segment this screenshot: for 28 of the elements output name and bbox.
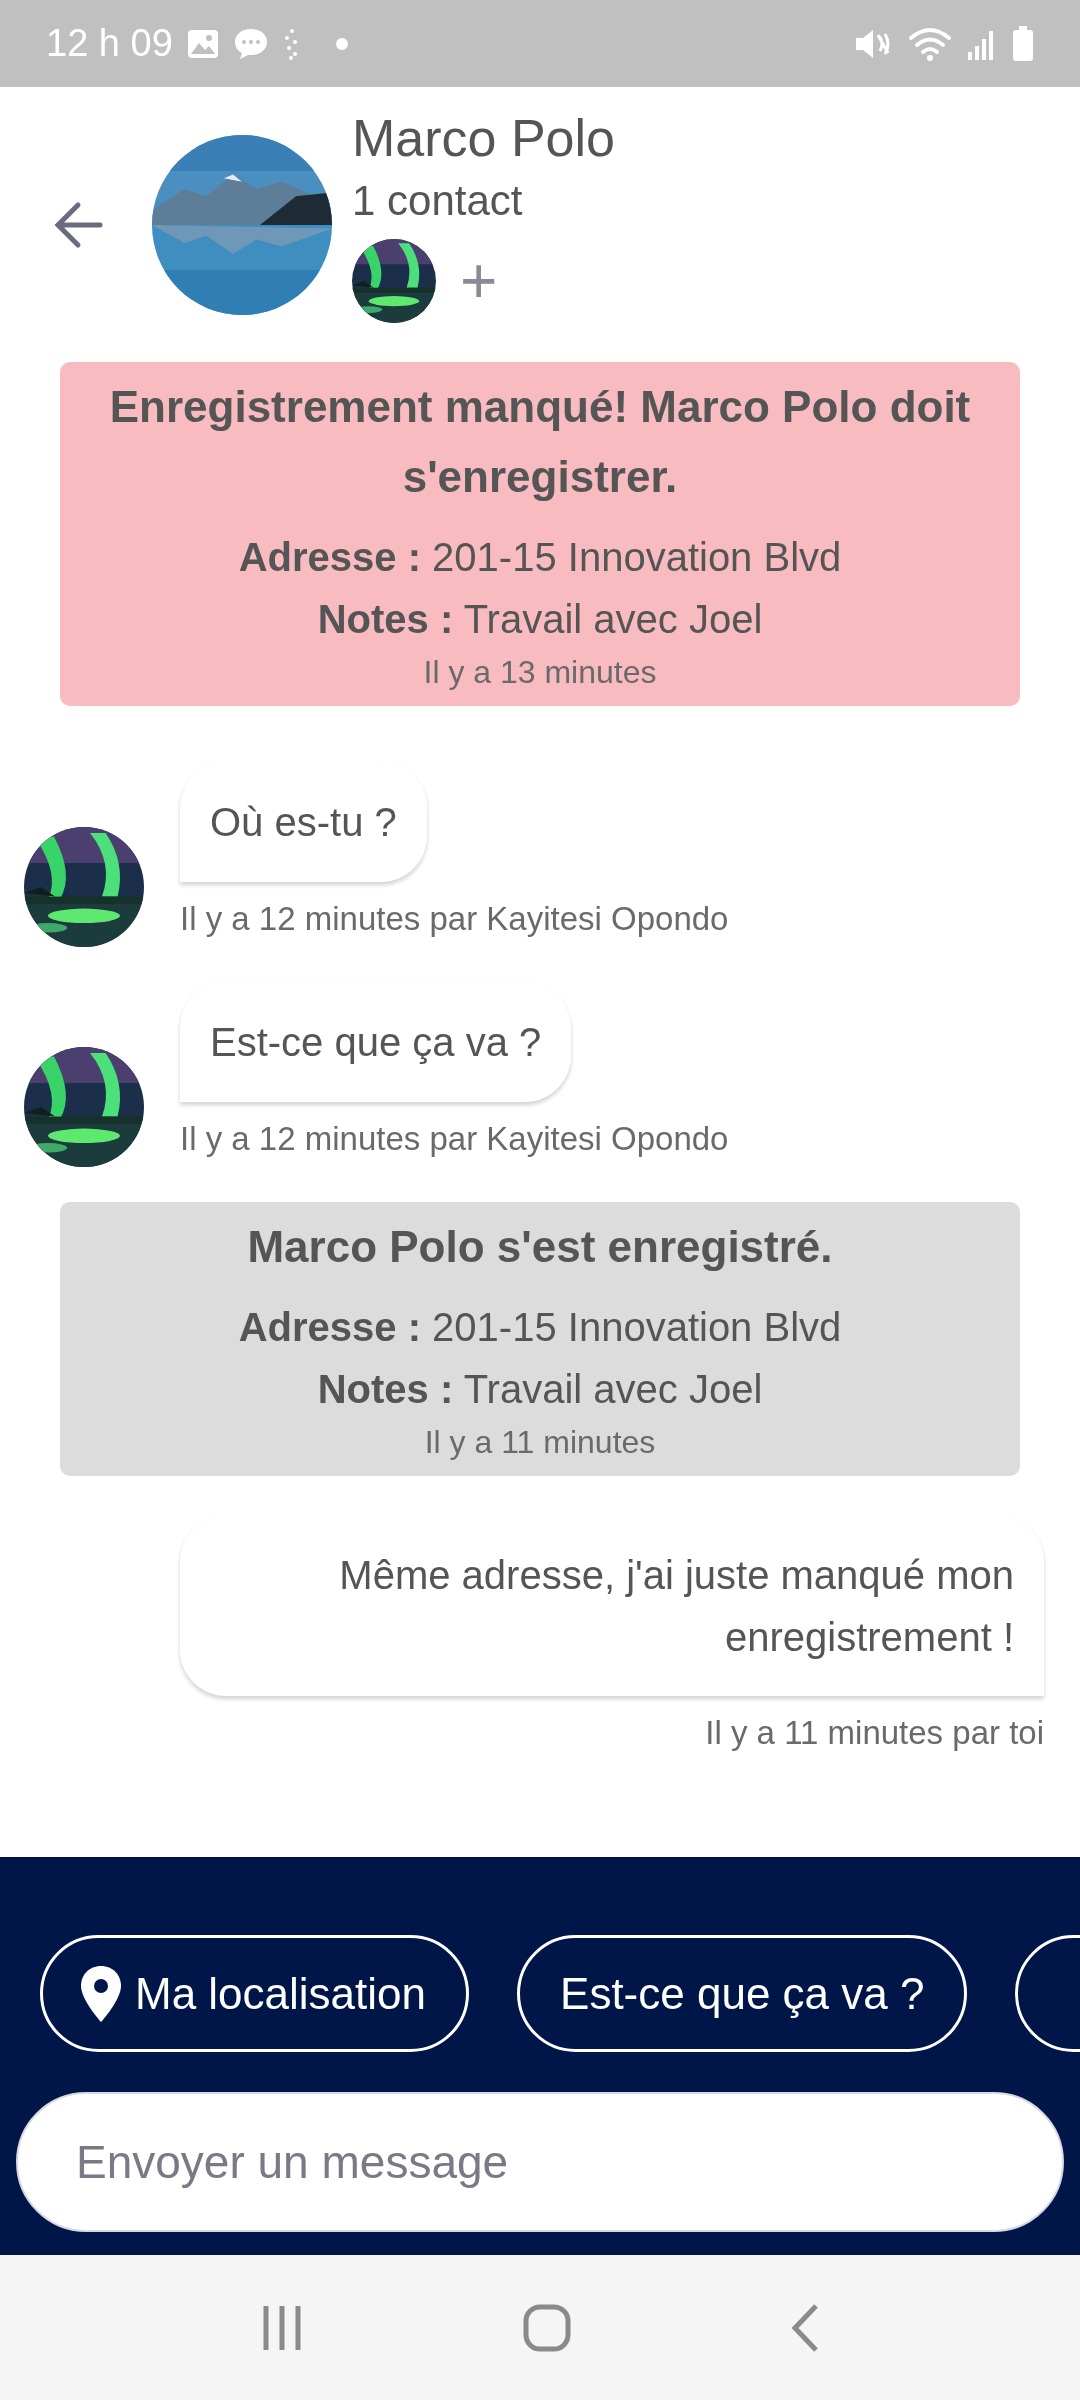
event-title: Marco Polo s'est enregistré. <box>247 1221 833 1273</box>
chat-bubble-icon <box>232 26 269 61</box>
message-bubble: Où es-tu ? <box>180 762 427 882</box>
address-text: Adresse : 201-15 Innovation Blvd <box>238 1304 842 1351</box>
image-icon <box>186 28 219 59</box>
message-bubble: Est-ce que ça va ? <box>180 982 572 1102</box>
clock-text: 12 h 09 <box>46 21 173 66</box>
battery-icon <box>1012 25 1034 62</box>
notes-text: Notes : Travail avec Joel <box>317 1366 763 1413</box>
message-bubble: Même adresse, j'ai juste manqué mon enregistrement ! <box>180 1516 1044 1696</box>
event-title: Enregistrement manqué! Marco Polo doit s'enregistrer. <box>108 381 972 503</box>
dot-icon <box>334 36 349 51</box>
message-meta: Il y a 12 minutes par Kayitesi Opondo <box>180 899 729 939</box>
address-text: Adresse : 201-15 Innovation Blvd <box>238 534 842 581</box>
back-icon[interactable] <box>790 2302 821 2353</box>
timestamp: Il y a 13 minutes <box>423 653 657 692</box>
quick-reply-chip[interactable]: Ma localisation <box>40 1935 470 2052</box>
message-meta: Il y a 12 minutes par Kayitesi Opondo <box>180 1119 729 1159</box>
message-input[interactable]: Envoyer un message <box>16 2092 1064 2232</box>
message-meta: Il y a 11 minutes par toi <box>705 1713 1044 1753</box>
location-pin-icon <box>79 1963 123 2024</box>
contact-count: 1 contact <box>352 176 524 226</box>
home-icon[interactable] <box>523 2303 571 2352</box>
notes-text: Notes : Travail avec Joel <box>317 596 763 643</box>
quick-reply-chip[interactable]: Est-ce que ça va ? <box>517 1935 968 2052</box>
wifi-icon <box>908 25 952 62</box>
timestamp: Il y a 11 minutes <box>424 1423 656 1462</box>
contact-name: Marco Polo <box>352 108 615 169</box>
